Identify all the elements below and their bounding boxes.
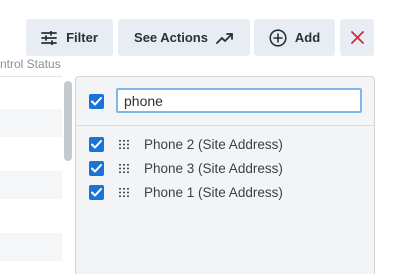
see-actions-button[interactable]: See Actions xyxy=(118,19,250,56)
filter-button-label: Filter xyxy=(66,30,98,45)
scrollbar-thumb[interactable] xyxy=(64,81,72,161)
select-all-checkbox[interactable] xyxy=(89,94,104,109)
row-divider xyxy=(0,76,62,77)
column-option-checkbox[interactable] xyxy=(89,137,104,152)
app-viewport: Filter See Actions Add ntrol Status phon… xyxy=(0,0,394,274)
column-option[interactable]: Phone 3 (Site Address) xyxy=(76,157,374,181)
column-option[interactable]: Phone 1 (Site Address) xyxy=(76,181,374,205)
trending-up-icon xyxy=(216,32,234,44)
filter-button[interactable]: Filter xyxy=(26,19,113,56)
column-chooser-panel: Phone 2 (Site Address) Phone 3 (Site Add… xyxy=(75,76,375,274)
column-option[interactable]: Phone 2 (Site Address) xyxy=(76,133,374,157)
plus-circle-icon xyxy=(269,28,287,47)
close-icon xyxy=(350,31,364,44)
column-header-control-status: ntrol Status xyxy=(0,57,61,71)
column-option-checkbox[interactable] xyxy=(89,161,104,176)
add-button-label: Add xyxy=(294,30,321,45)
drag-handle-icon[interactable] xyxy=(119,140,129,149)
drag-handle-icon[interactable] xyxy=(119,188,129,197)
column-option-label: Phone 3 (Site Address) xyxy=(144,161,283,176)
column-option-label: Phone 1 (Site Address) xyxy=(144,185,283,200)
column-option-checkbox[interactable] xyxy=(89,185,104,200)
check-icon xyxy=(91,97,102,106)
table-row xyxy=(0,171,62,199)
column-search-input[interactable] xyxy=(116,88,362,113)
table-row xyxy=(0,109,62,137)
sliders-icon xyxy=(41,30,57,45)
close-button[interactable] xyxy=(340,19,374,56)
check-icon xyxy=(91,140,102,149)
check-icon xyxy=(91,188,102,197)
drag-handle-icon[interactable] xyxy=(119,164,129,173)
table-row xyxy=(0,233,62,261)
column-option-label: Phone 2 (Site Address) xyxy=(144,137,283,152)
check-icon xyxy=(91,164,102,173)
add-button[interactable]: Add xyxy=(254,19,335,56)
column-chooser-header xyxy=(76,77,374,126)
see-actions-label: See Actions xyxy=(134,30,208,45)
